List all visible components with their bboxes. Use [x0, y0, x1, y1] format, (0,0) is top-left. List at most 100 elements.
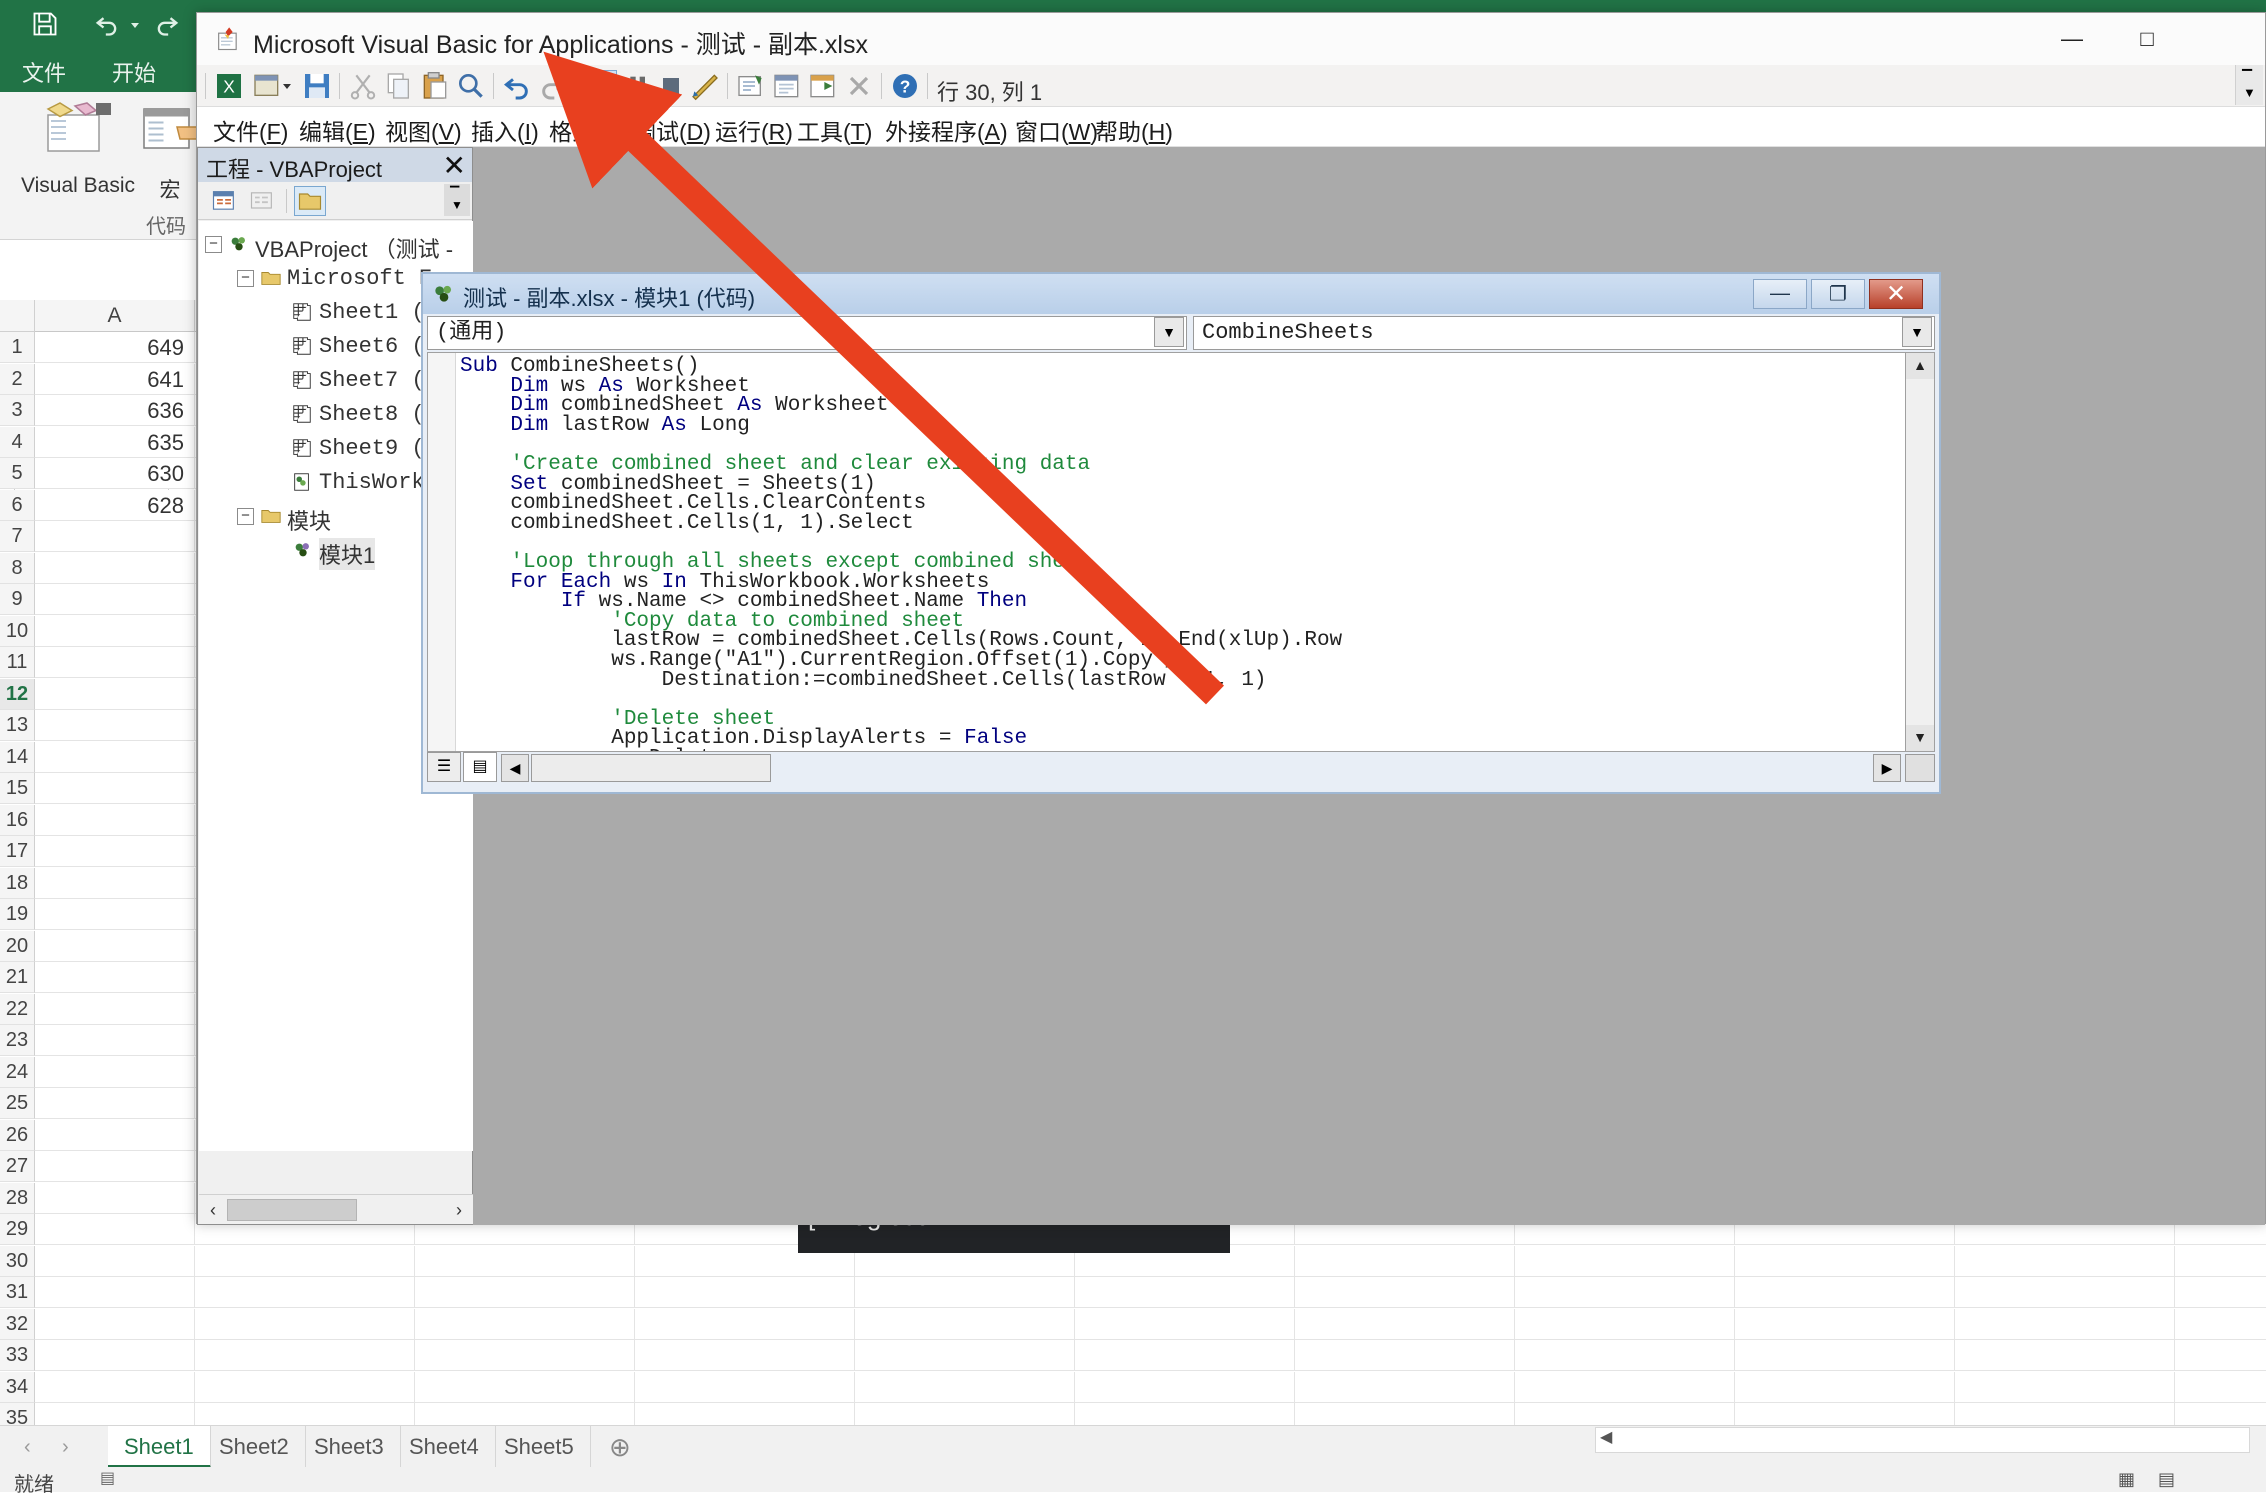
cell-E34[interactable] — [855, 1372, 1075, 1403]
view-code-button[interactable] — [208, 186, 240, 216]
cell-J31[interactable] — [1955, 1277, 2175, 1308]
cell-F31[interactable] — [1075, 1277, 1295, 1308]
cell-G32[interactable] — [1295, 1309, 1515, 1340]
sheet-nav-next-icon[interactable]: › — [62, 1436, 69, 1459]
cell-G34[interactable] — [1295, 1372, 1515, 1403]
cell-A21[interactable] — [35, 962, 195, 993]
menu-item-a[interactable]: 外接程序(A) — [885, 113, 1008, 147]
cell-A31[interactable] — [35, 1277, 195, 1308]
undo-dropdown-icon[interactable] — [128, 10, 142, 38]
save-icon[interactable] — [301, 70, 333, 102]
tree-item[interactable]: VBAProject （测试 - — [255, 232, 453, 264]
cell-C34[interactable] — [415, 1372, 635, 1403]
cell-I34[interactable] — [1735, 1372, 1955, 1403]
tree-expander[interactable]: − — [237, 270, 254, 287]
cell-A6[interactable]: 628 — [35, 490, 195, 521]
cell-B30[interactable] — [195, 1246, 415, 1277]
row-header-28[interactable]: 28 — [0, 1183, 35, 1214]
cell-B32[interactable] — [195, 1309, 415, 1340]
cell-E32[interactable] — [855, 1309, 1075, 1340]
cell-F32[interactable] — [1075, 1309, 1295, 1340]
save-icon[interactable] — [30, 10, 60, 38]
cell-A30[interactable] — [35, 1246, 195, 1277]
cell-A29[interactable] — [35, 1214, 195, 1245]
recording-macro-icon[interactable]: ▤ — [100, 1468, 115, 1488]
cell-A25[interactable] — [35, 1088, 195, 1119]
row-header-14[interactable]: 14 — [0, 742, 35, 773]
cell-A8[interactable] — [35, 553, 195, 584]
find-icon[interactable] — [455, 70, 487, 102]
object-dropdown[interactable]: (通用) — [427, 316, 1187, 350]
row-header-2[interactable]: 2 — [0, 364, 35, 395]
cell-G33[interactable] — [1295, 1340, 1515, 1371]
procedure-dropdown[interactable]: CombineSheets — [1193, 316, 1935, 350]
cell-B31[interactable] — [195, 1277, 415, 1308]
cell-A27[interactable] — [35, 1151, 195, 1182]
scroll-right-icon[interactable]: › — [447, 1198, 471, 1222]
vba-maximize-button[interactable]: □ — [2102, 13, 2192, 65]
cell-J30[interactable] — [1955, 1246, 2175, 1277]
row-header-18[interactable]: 18 — [0, 868, 35, 899]
cell-A32[interactable] — [35, 1309, 195, 1340]
code-window-title-bar[interactable]: 测试 - 副本.xlsx - 模块1 (代码) — ❐ ✕ — [423, 274, 1939, 314]
row-header-5[interactable]: 5 — [0, 458, 35, 489]
cell-K32[interactable] — [2175, 1309, 2266, 1340]
cell-K34[interactable] — [2175, 1372, 2266, 1403]
object-browser-icon[interactable] — [807, 70, 839, 102]
project-explorer-overflow-button[interactable]: ▼ ▔ — [444, 184, 470, 216]
help-icon[interactable]: ? — [889, 70, 921, 102]
row-header-23[interactable]: 23 — [0, 1025, 35, 1056]
code-window-minimize-button[interactable]: — — [1753, 279, 1807, 309]
cell-A15[interactable] — [35, 773, 195, 804]
select-all-corner[interactable] — [0, 300, 35, 332]
view-excel-icon[interactable]: X — [213, 70, 245, 102]
cell-D33[interactable] — [635, 1340, 855, 1371]
row-header-15[interactable]: 15 — [0, 773, 35, 804]
scroll-thumb[interactable] — [227, 1199, 357, 1221]
sheet-nav-prev-icon[interactable]: ‹ — [24, 1436, 31, 1459]
sheet-tab-sheet1[interactable]: Sheet1 — [108, 1426, 211, 1468]
cell-A17[interactable] — [35, 836, 195, 867]
cell-A24[interactable] — [35, 1057, 195, 1088]
redo-icon[interactable] — [152, 10, 182, 38]
cell-B33[interactable] — [195, 1340, 415, 1371]
cell-K30[interactable] — [2175, 1246, 2266, 1277]
resize-grip[interactable] — [1905, 754, 1935, 782]
menu-item-w[interactable]: 窗口(W) — [1015, 113, 1098, 147]
menu-item-f[interactable]: 文件(F) — [213, 113, 288, 147]
sheet-tab-sheet4[interactable]: Sheet4 — [393, 1426, 496, 1468]
menu-item-e[interactable]: 编辑(E) — [299, 113, 376, 147]
row-header-25[interactable]: 25 — [0, 1088, 35, 1119]
tree-item[interactable]: 模块 — [287, 504, 331, 536]
row-header-17[interactable]: 17 — [0, 836, 35, 867]
cell-J34[interactable] — [1955, 1372, 2175, 1403]
cell-C32[interactable] — [415, 1309, 635, 1340]
cell-F33[interactable] — [1075, 1340, 1295, 1371]
cell-A33[interactable] — [35, 1340, 195, 1371]
row-header-12[interactable]: 12 — [0, 679, 35, 710]
menu-item-r[interactable]: 运行(R) — [715, 113, 793, 147]
cell-C33[interactable] — [415, 1340, 635, 1371]
row-header-7[interactable]: 7 — [0, 521, 35, 552]
cell-A3[interactable]: 636 — [35, 395, 195, 426]
row-header-16[interactable]: 16 — [0, 805, 35, 836]
view-object-button[interactable] — [246, 186, 278, 216]
cell-H34[interactable] — [1515, 1372, 1735, 1403]
paste-icon[interactable] — [419, 70, 451, 102]
scroll-right-icon[interactable]: ▶ — [1873, 754, 1901, 782]
cell-A26[interactable] — [35, 1120, 195, 1151]
row-header-30[interactable]: 30 — [0, 1246, 35, 1277]
cell-A1[interactable]: 649 — [35, 332, 195, 363]
project-explorer-title-bar[interactable]: 工程 - VBAProject ✕ — [198, 148, 472, 182]
cell-A2[interactable]: 641 — [35, 364, 195, 395]
code-editor[interactable]: Sub CombineSheets() Dim ws As Worksheet … — [427, 352, 1905, 752]
scroll-thumb[interactable] — [531, 754, 771, 782]
cell-C31[interactable] — [415, 1277, 635, 1308]
sheet-tab-sheet5[interactable]: Sheet5 — [488, 1426, 591, 1468]
row-header-29[interactable]: 29 — [0, 1214, 35, 1245]
cell-F34[interactable] — [1075, 1372, 1295, 1403]
cell-A28[interactable] — [35, 1183, 195, 1214]
cell-H31[interactable] — [1515, 1277, 1735, 1308]
ribbon-tab-file[interactable]: 文件 — [22, 56, 66, 88]
sheet-tab-sheet2[interactable]: Sheet2 — [203, 1426, 306, 1468]
